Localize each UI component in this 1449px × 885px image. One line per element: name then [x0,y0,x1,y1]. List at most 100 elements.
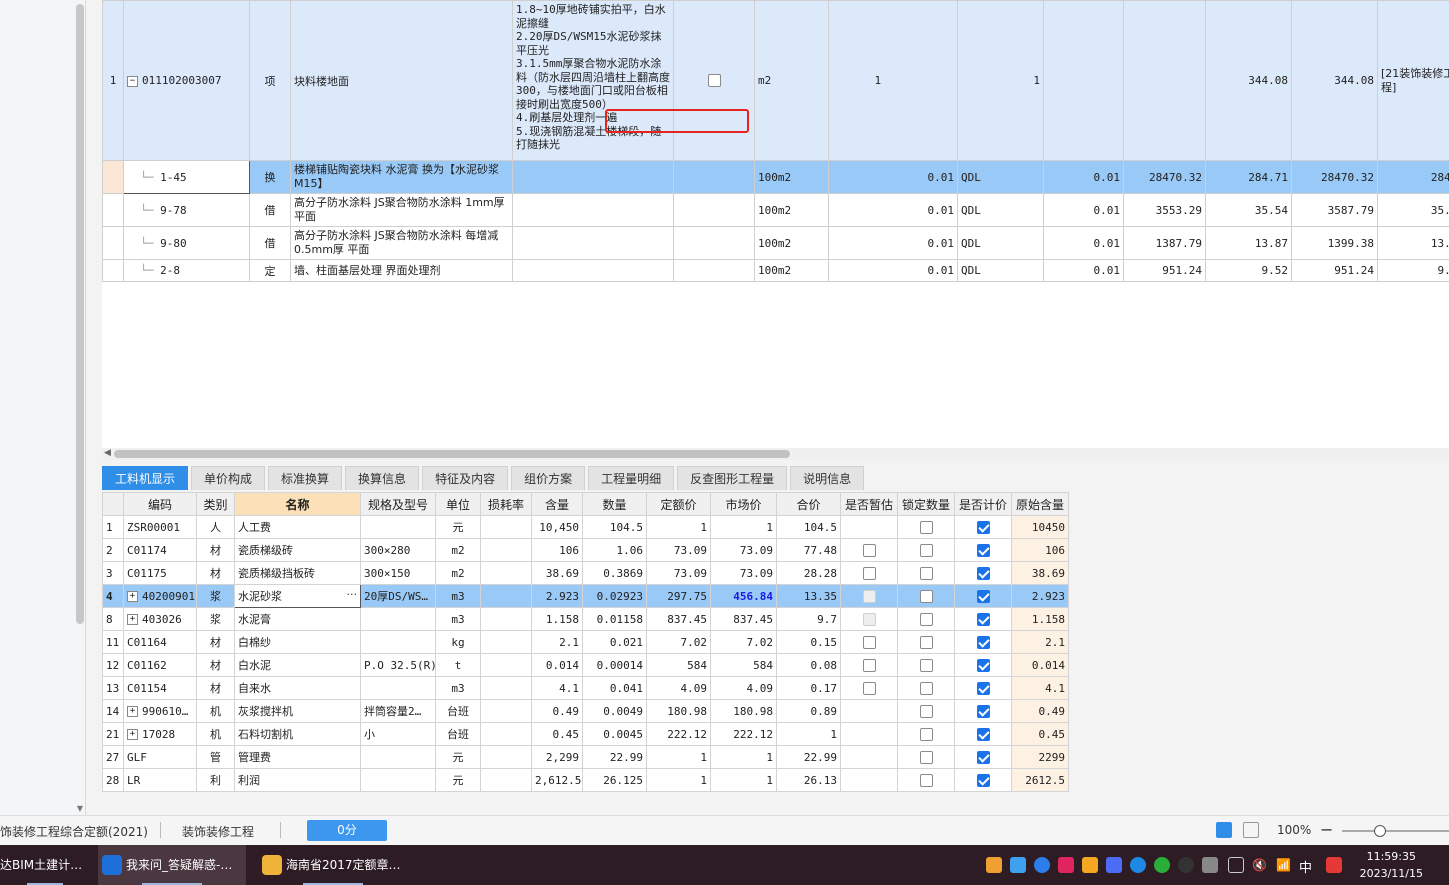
quota-name[interactable]: 高分子防水涂料 JS聚合物防水涂料 1mm厚 平面 [290,193,513,227]
score-badge[interactable]: 0分 [307,820,387,841]
material-spec[interactable]: P.O 32.5(R) [360,653,436,677]
column-header[interactable]: 损耗率 [480,492,532,516]
material-row[interactable]: 13 C01154 材自来水 m3 4.1 0.041 4.09 4.09 0.17 4.1 [102,676,1069,700]
loss-rate[interactable] [480,538,532,562]
tab-9[interactable]: 说明信息 [790,466,865,490]
scroll-down-arrow-icon[interactable]: ▼ [75,804,85,813]
priced-checkbox[interactable] [976,566,990,580]
quota-row[interactable]: └─ 2-8 定墙、柱面基层处理 界面处理剂 100m2 0.01 QDL 0.01 951… [102,259,1449,282]
material-spec[interactable]: 20厚DS/WS… [360,584,436,608]
column-header[interactable]: 含量 [531,492,583,516]
column-header[interactable]: 锁定数量 [897,492,955,516]
content-amount[interactable]: 4.1 [531,676,583,700]
estimate-checkbox[interactable] [862,635,876,649]
tab-7[interactable]: 工程量明细 [588,466,675,490]
item-features[interactable]: 1.8~10厚地砖铺实拍平，白水泥擦缝 2.20厚DS/WSM15水泥砂浆抹平压… [512,0,674,161]
material-row[interactable]: 14 +990610… 机灰浆搅拌机 拌筒容量2… 台班 0.49 0.0049 180.98… [102,699,1069,723]
tab-8[interactable]: 反查图形工程量 [677,466,788,490]
quota-name[interactable]: 楼梯铺贴陶瓷块料 水泥膏 换为【水泥砂浆M15】 [290,160,513,194]
quota-expression[interactable]: 0.01 [828,226,958,260]
priced-checkbox[interactable] [976,612,990,626]
tab-1[interactable]: 工料机显示 [102,466,189,490]
lock-quantity-checkbox[interactable] [919,658,933,672]
column-header[interactable]: 是否暂估 [840,492,898,516]
material-row[interactable]: 1 ZSR00001 人人工费元 10,450 104.5 1 1 104.5 10450 [102,515,1069,539]
material-spec[interactable]: 300×280 [360,538,436,562]
app-tray-icon[interactable] [1082,857,1098,873]
estimate-checkbox[interactable] [862,566,876,580]
material-name[interactable]: 人工费 [234,515,361,539]
scroll-left-arrow-icon[interactable]: ◀ [104,448,111,458]
column-header[interactable]: 编码 [123,492,197,516]
bill-item-row[interactable]: 1 −011102003007 项 块料楼地面 1.8~10厚地砖铺实拍平，白水… [102,0,1449,161]
priced-checkbox[interactable] [976,704,990,718]
quota-expression[interactable]: 0.01 [828,160,958,194]
lock-quantity-checkbox[interactable] [919,635,933,649]
market-price[interactable]: 7.02 [710,630,777,654]
collapse-icon[interactable]: − [127,75,138,87]
circle-tray-icon[interactable] [1130,857,1146,873]
zoom-slider[interactable] [1342,825,1449,837]
lock-quantity-checkbox[interactable] [919,681,933,695]
taskbar-app-document[interactable]: 海南省2017定额章… [258,845,408,885]
material-spec[interactable] [360,630,436,654]
lock-quantity-checkbox[interactable] [919,520,933,534]
priced-checkbox[interactable] [976,750,990,764]
material-spec[interactable] [360,607,436,631]
material-row[interactable]: 8 +403026 浆水泥膏 m3 1.158 0.01158 837.45 837.45 9.… [102,607,1069,631]
material-name[interactable]: 管理费 [234,745,361,769]
item-checkbox[interactable] [707,74,721,88]
loss-rate[interactable] [480,745,532,769]
loss-rate[interactable] [480,561,532,585]
column-header[interactable]: 是否计价 [954,492,1012,516]
content-amount[interactable]: 2.923 [531,584,583,608]
horizontal-scrollbar[interactable]: ◀ [102,448,1449,460]
lock-quantity-checkbox[interactable] [919,704,933,718]
material-row[interactable]: 11 C01164 材白棉纱 kg 2.1 0.021 7.02 7.02 0.15 2.1 [102,630,1069,654]
g-tray-icon[interactable] [1034,857,1050,873]
taskbar-app-bim[interactable]: 达BIM土建计… [0,845,90,885]
market-price[interactable]: 456.84 [710,584,777,608]
market-price[interactable]: 222.12 [710,722,777,746]
column-header[interactable]: 原始含量 [1011,492,1069,516]
material-spec[interactable] [360,676,436,700]
zoom-slider-knob[interactable] [1374,825,1386,837]
priced-checkbox[interactable] [976,681,990,695]
quota-row[interactable]: └─ 1-45 换楼梯铺贴陶瓷块料 水泥膏 换为【水泥砂浆M15】 100m2 0.0… [102,160,1449,194]
market-price[interactable]: 4.09 [710,676,777,700]
material-spec[interactable]: 300×150 [360,561,436,585]
left-scrollbar-thumb[interactable] [76,4,84,624]
system-clock[interactable]: 11:59:35 2023/11/15 [1360,848,1423,882]
market-price[interactable]: 837.45 [710,607,777,631]
priced-checkbox[interactable] [976,727,990,741]
priced-checkbox[interactable] [976,635,990,649]
material-row[interactable]: 28 LR 利利润元 2,612.5 26.125 1 1 26.13 2612.5 [102,768,1069,792]
lock-quantity-checkbox[interactable] [919,750,933,764]
material-row[interactable]: 3 C01175 材瓷质梯级挡板砖 300×150 m2 38.69 0.3869 73.09… [102,561,1069,585]
material-row[interactable]: 2 C01174 材瓷质梯级砖 300×280 m2 106 1.06 73.09 73.09 7… [102,538,1069,562]
material-spec[interactable] [360,515,436,539]
column-header[interactable]: 规格及型号 [360,492,436,516]
market-price[interactable]: 584 [710,653,777,677]
lock-quantity-checkbox[interactable] [919,566,933,580]
tab-5[interactable]: 特征及内容 [422,466,509,490]
content-amount[interactable]: 1.158 [531,607,583,631]
loss-rate[interactable] [480,722,532,746]
priced-checkbox[interactable] [976,589,990,603]
loss-rate[interactable] [480,699,532,723]
column-header[interactable]: 名称 [234,492,361,516]
content-amount[interactable]: 2,299 [531,745,583,769]
market-price[interactable]: 1 [710,745,777,769]
material-row[interactable]: 12 C01162 材白水泥 P.O 32.5(R) t 0.014 0.00014 584 5… [102,653,1069,677]
content-amount[interactable]: 38.69 [531,561,583,585]
left-scrollbar[interactable]: ▼ [75,0,85,815]
material-name[interactable]: 灰浆搅拌机 [234,699,361,723]
quota-row[interactable]: └─ 9-78 借高分子防水涂料 JS聚合物防水涂料 1mm厚 平面 100m2 0.… [102,193,1449,227]
loss-rate[interactable] [480,584,532,608]
horizontal-scrollbar-thumb[interactable] [114,450,790,458]
quota-quantity[interactable]: 0.01 [1043,226,1124,260]
market-price[interactable]: 73.09 [710,561,777,585]
material-name[interactable]: 水泥砂浆 ··· [234,584,361,608]
content-amount[interactable]: 2,612.5 [531,768,583,792]
material-spec[interactable] [360,768,436,792]
